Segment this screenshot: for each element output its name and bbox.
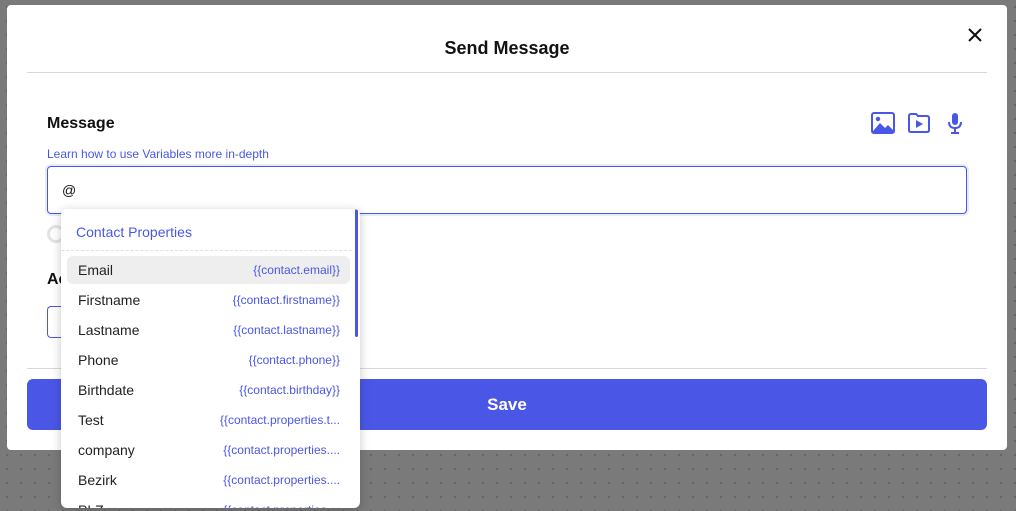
dropdown-item-name: Phone (78, 352, 119, 368)
variables-dropdown: Contact Properties Email {{contact.email}… (61, 209, 360, 508)
dropdown-item[interactable]: Email {{contact.email}} (67, 256, 350, 284)
dropdown-item-variable: {{contact.properties.t... (219, 413, 340, 427)
dropdown-item-name: Birthdate (78, 382, 135, 398)
dropdown-item-name: Lastname (78, 322, 140, 338)
dropdown-item-variable: {{contact.email}} (253, 263, 340, 277)
image-icon (871, 112, 895, 134)
dropdown-item[interactable]: company {{contact.properties.... (67, 436, 350, 464)
add-video-button[interactable] (907, 111, 931, 135)
dropdown-item-name: Firstname (78, 292, 141, 308)
dropdown-item-variable: {{contact.properties.... (223, 473, 340, 487)
dropdown-list: Email {{contact.email}} Firstname {{contact… (61, 251, 360, 508)
dropdown-item[interactable]: PLZ {{contact.properties.... (67, 496, 350, 508)
dropdown-item-variable: {{contact.properties.... (223, 443, 340, 457)
dropdown-item[interactable]: Birthdate {{contact.birthday}} (67, 376, 350, 404)
variables-help-link[interactable]: Learn how to use Variables more in-depth (47, 147, 269, 161)
dropdown-item-name: Test (78, 412, 104, 428)
dropdown-item[interactable]: Test {{contact.properties.t... (67, 406, 350, 434)
close-button[interactable] (965, 25, 985, 45)
dropdown-item-name: Bezirk (78, 472, 117, 488)
dropdown-item[interactable]: Bezirk {{contact.properties.... (67, 466, 350, 494)
dropdown-item-name: PLZ (78, 502, 104, 508)
dropdown-header: Contact Properties (61, 209, 352, 251)
header-divider (27, 72, 987, 73)
add-image-button[interactable] (871, 111, 895, 135)
video-icon (908, 113, 930, 133)
media-toolbar (871, 111, 967, 135)
dropdown-item[interactable]: Firstname {{contact.firstname}} (67, 286, 350, 314)
dropdown-item-variable: {{contact.firstname}} (232, 293, 340, 307)
close-icon (968, 28, 982, 42)
dropdown-item-variable: {{contact.lastname}} (233, 323, 340, 337)
dropdown-scrollbar[interactable] (355, 209, 358, 337)
dropdown-item-variable: {{contact.phone}} (248, 353, 340, 367)
message-input[interactable] (47, 166, 967, 214)
modal-title: Send Message (444, 38, 570, 58)
dropdown-item[interactable]: Phone {{contact.phone}} (67, 346, 350, 374)
add-audio-button[interactable] (943, 111, 967, 135)
dropdown-item-variable: {{contact.properties.... (223, 503, 340, 508)
dropdown-item-variable: {{contact.birthday}} (239, 383, 340, 397)
microphone-icon (948, 113, 962, 134)
dropdown-item-name: Email (78, 262, 114, 278)
message-label: Message (47, 115, 115, 132)
dropdown-item-name: company (78, 442, 135, 458)
dropdown-item[interactable]: Lastname {{contact.lastname}} (67, 316, 350, 344)
